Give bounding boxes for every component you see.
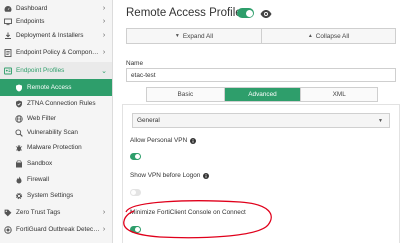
sidebar-item-label: Remote Access — [27, 84, 72, 91]
sidebar-item-endpoint-profiles[interactable]: Endpoint Profiles ⌄ — [0, 62, 112, 79]
sidebar-item-endpoint-policy[interactable]: Endpoint Policy & Compone... › — [0, 44, 112, 61]
collapse-all-label: Collapse All — [315, 32, 350, 40]
shield-icon — [15, 84, 23, 92]
info-icon — [190, 137, 197, 144]
chevron-right-icon: › — [102, 5, 106, 12]
allow-personal-vpn-label: Allow Personal VPN — [130, 137, 197, 144]
sidebar-item-system-settings[interactable]: System Settings — [0, 187, 112, 204]
tab-advanced[interactable]: Advanced — [223, 88, 301, 101]
sidebar-item-label: Endpoint Profiles — [16, 67, 65, 74]
sidebar-item-label: FortiGuard Outbreak Detect... — [16, 226, 100, 233]
ztna-icon — [15, 100, 23, 108]
sidebar: Dashboard › Endpoints › Deployment & Ins… — [0, 0, 113, 243]
firewall-icon — [15, 176, 23, 184]
expand-all-button[interactable]: ▼ Expand All — [127, 29, 261, 43]
sidebar-item-remote-access[interactable]: Remote Access — [0, 79, 112, 96]
globe-icon — [15, 114, 23, 123]
sidebar-item-label: Sandbox — [27, 160, 53, 167]
general-section-header[interactable]: General ▼ — [132, 113, 390, 128]
malware-icon — [15, 144, 23, 152]
setting-label-text: Minimize FortiClient Console on Connect — [130, 209, 246, 216]
name-label: Name — [126, 60, 144, 67]
name-input[interactable]: etac-test — [126, 68, 396, 82]
sidebar-item-deployment[interactable]: Deployment & Installers › — [0, 27, 112, 44]
profile-enable-toggle[interactable] — [237, 8, 254, 18]
show-vpn-before-logon-toggle[interactable] — [130, 189, 141, 196]
gear-icon — [15, 192, 23, 200]
sidebar-item-zero-trust-tags[interactable]: Zero Trust Tags › — [0, 204, 112, 221]
profiles-icon — [4, 67, 12, 75]
show-vpn-before-logon-label: Show VPN before Logon — [130, 172, 210, 179]
sidebar-item-label: ZTNA Connection Rules — [27, 100, 96, 107]
outbreak-icon — [4, 225, 12, 234]
sidebar-item-label: Endpoints — [16, 18, 45, 25]
sidebar-item-malware-protection[interactable]: Malware Protection — [0, 139, 112, 156]
dashboard-icon — [4, 5, 12, 13]
chevron-right-icon: › — [102, 32, 106, 39]
general-section-title: General — [137, 117, 160, 124]
chevron-right-icon: › — [102, 18, 106, 25]
tab-basic[interactable]: Basic — [147, 88, 224, 101]
page-title: Remote Access Profile — [126, 7, 242, 19]
expand-all-label: Expand All — [182, 32, 214, 40]
sidebar-item-sandbox[interactable]: Sandbox — [0, 155, 112, 172]
sandbox-icon — [15, 159, 23, 168]
sidebar-item-label: Zero Trust Tags — [16, 209, 61, 216]
eye-icon[interactable] — [260, 7, 272, 19]
triangle-down-icon: ▼ — [174, 33, 180, 39]
minimize-console-label: Minimize FortiClient Console on Connect — [130, 209, 246, 216]
sidebar-item-label: Endpoint Policy & Compone... — [16, 49, 100, 56]
sidebar-item-label: Firewall — [27, 176, 50, 183]
sidebar-item-label: Malware Protection — [27, 144, 82, 151]
sidebar-item-label: Vulnerability Scan — [27, 129, 78, 136]
chevron-right-icon: › — [102, 209, 106, 216]
collapse-all-button[interactable]: ▲ Collapse All — [261, 29, 395, 43]
sidebar-item-label: Deployment & Installers — [16, 32, 84, 39]
main-content: Remote Access Profile ▼ Expand All ▲ Colla… — [114, 0, 400, 243]
setting-label-text: Allow Personal VPN — [130, 137, 188, 144]
info-icon — [203, 172, 210, 179]
chevron-right-icon: › — [102, 226, 106, 233]
policy-icon — [4, 48, 12, 57]
sidebar-item-label: System Settings — [27, 192, 74, 199]
tab-xml[interactable]: XML — [300, 88, 378, 101]
deployment-icon — [4, 32, 12, 40]
sidebar-item-fortiguard-outbreak[interactable]: FortiGuard Outbreak Detect... › — [0, 221, 112, 238]
allow-personal-vpn-toggle[interactable] — [130, 153, 141, 160]
sidebar-item-firewall[interactable]: Firewall — [0, 171, 112, 188]
tag-icon — [4, 209, 12, 217]
triangle-up-icon: ▲ — [307, 33, 313, 39]
minimize-console-toggle[interactable] — [130, 226, 141, 233]
setting-label-text: Show VPN before Logon — [130, 172, 201, 179]
chevron-right-icon: › — [102, 49, 106, 56]
caret-down-icon: ▼ — [378, 118, 383, 124]
scan-icon — [15, 128, 23, 137]
sidebar-item-label: Web Filter — [27, 115, 57, 122]
expand-collapse-bar: ▼ Expand All ▲ Collapse All — [126, 28, 396, 44]
endpoints-icon — [4, 18, 12, 26]
sidebar-item-label: Dashboard — [16, 5, 48, 12]
chevron-down-icon: ⌄ — [101, 67, 107, 75]
profile-tabs: Basic Advanced XML — [146, 87, 378, 102]
